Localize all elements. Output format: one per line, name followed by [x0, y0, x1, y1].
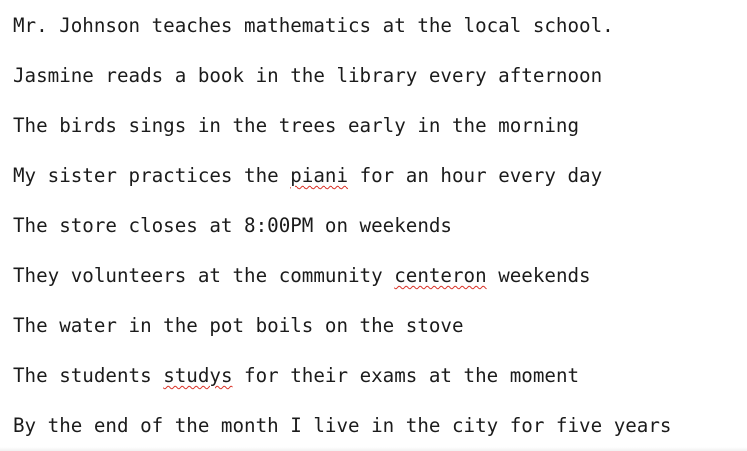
- line-text: By the end of the month I live in the ci…: [13, 414, 672, 437]
- line-text: Mr. Johnson teaches mathematics at the l…: [13, 14, 614, 37]
- text-line[interactable]: By the end of the month I live in the ci…: [13, 414, 671, 438]
- text-line[interactable]: The store closes at 8:00PM on weekends: [13, 214, 452, 238]
- text-line[interactable]: The water in the pot boils on the stove: [13, 314, 464, 338]
- text-line[interactable]: Mr. Johnson teaches mathematics at the l…: [13, 14, 614, 38]
- line-text: My sister practices the: [13, 164, 291, 187]
- bottom-edge: [0, 447, 747, 451]
- line-text: The water in the pot boils on the stove: [13, 314, 464, 337]
- line-text: The birds sings in the trees early in th…: [13, 114, 580, 137]
- line-text: for their exams at the moment: [232, 364, 580, 387]
- line-text: They volunteers at the community: [13, 264, 395, 287]
- text-line[interactable]: My sister practices the piani for an hou…: [13, 164, 602, 188]
- line-text: for an hour every day: [348, 164, 603, 187]
- text-line[interactable]: Jasmine reads a book in the library ever…: [13, 64, 602, 88]
- line-text: The store closes at 8:00PM on weekends: [13, 214, 452, 237]
- line-text: Jasmine reads a book in the library ever…: [13, 64, 603, 87]
- misspelled-word[interactable]: studys: [163, 364, 232, 387]
- line-text: The students: [13, 364, 164, 387]
- text-line[interactable]: They volunteers at the community centero…: [13, 264, 591, 288]
- misspelled-word[interactable]: centeron: [394, 264, 486, 287]
- text-line[interactable]: The students studys for their exams at t…: [13, 364, 579, 388]
- line-text: weekends: [486, 264, 591, 287]
- text-line[interactable]: The birds sings in the trees early in th…: [13, 114, 579, 138]
- misspelled-word[interactable]: piani: [290, 164, 348, 187]
- text-editor[interactable]: Mr. Johnson teaches mathematics at the l…: [0, 0, 747, 451]
